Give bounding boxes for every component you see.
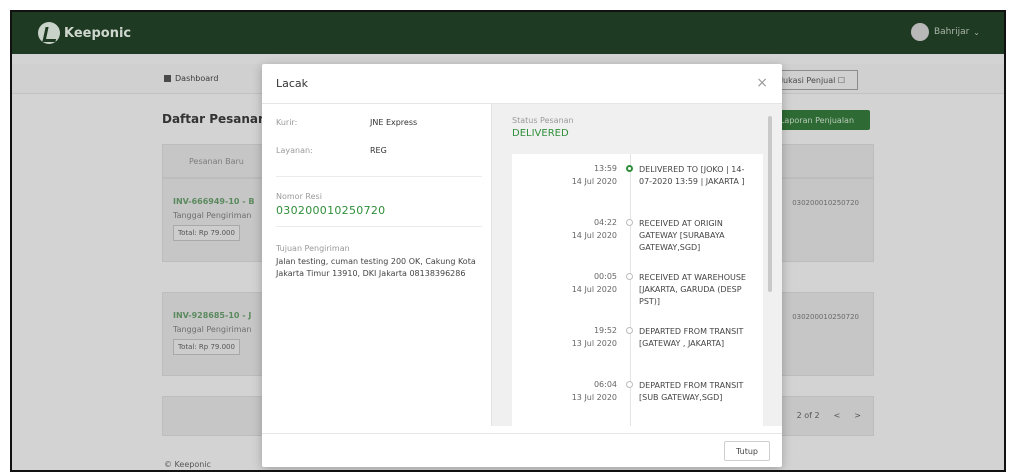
chevron-down-icon: ⌄: [973, 27, 980, 37]
timeline-dot-icon: [626, 273, 633, 280]
service-label: Layanan:: [276, 146, 313, 155]
timeline-description: DELIVERED TO [JOKO | 14-07-2020 13:59 | …: [639, 165, 745, 186]
next-page-button[interactable]: >: [854, 411, 861, 420]
timeline-date: 14 Jul 2020: [571, 285, 617, 294]
timeline-item: 04:22 14 Jul 2020 RECEIVED AT ORIGIN GAT…: [512, 218, 763, 272]
timeline-dot-icon: [626, 381, 633, 388]
timeline-item: 19:52 13 Jul 2020 DEPARTED FROM TRANSIT …: [512, 326, 763, 380]
user-name: Bahrijar: [933, 27, 970, 37]
modal-footer: Tutup: [262, 433, 782, 467]
user-menu[interactable]: Bahrijar ⌄: [910, 23, 980, 41]
avatar: [910, 23, 929, 41]
nav-dashboard[interactable]: Dashboard: [164, 74, 218, 83]
order-resi: 030200010250720: [792, 199, 859, 207]
nav-dashboard-label: Dashboard: [175, 74, 219, 83]
timeline-description: RECEIVED AT ORIGIN GATEWAY [SURABAYA GAT…: [639, 219, 725, 252]
timeline-item: 00:05 14 Jul 2020 RECEIVED AT WAREHOUSE …: [512, 272, 763, 326]
tutup-button[interactable]: Tutup: [724, 441, 770, 461]
timeline-date: 13 Jul 2020: [571, 339, 617, 348]
shipment-details: Kurir: JNE Express Layanan: REG Nomor Re…: [276, 104, 490, 426]
destination-address: Jalan testing, cuman testing 200 OK, Cak…: [276, 257, 476, 278]
destination-label: Tujuan Pengiriman: [276, 244, 350, 253]
top-navbar: Keeponic Bahrijar ⌄: [12, 12, 1004, 54]
timeline-description: RECEIVED AT WAREHOUSE [JAKARTA, GARUDA (…: [639, 273, 746, 306]
timeline-date: 14 Jul 2020: [571, 177, 617, 186]
brand-logo[interactable]: Keeponic: [38, 22, 131, 44]
timeline-item: 13:59 14 Jul 2020 DELIVERED TO [JOKO | 1…: [512, 164, 763, 218]
divider: [276, 176, 482, 177]
order-id[interactable]: INV-928685-10 - J: [173, 311, 251, 320]
timeline-time: 13:59: [593, 164, 617, 173]
status-label: Status Pesanan: [512, 116, 574, 125]
resi-number: 030200010250720: [276, 204, 386, 217]
tab-pesanan-baru[interactable]: Pesanan Baru: [189, 157, 244, 166]
timeline-dot-icon: [626, 165, 633, 172]
resi-label: Nomor Resi: [276, 192, 322, 201]
scrollbar[interactable]: [768, 116, 772, 292]
timeline-time: 06:04: [593, 380, 617, 389]
dashboard-icon: [164, 75, 171, 82]
tracking-status-panel: Status Pesanan DELIVERED 13:59 14 Jul 20…: [491, 104, 782, 426]
courier-value: JNE Express: [370, 118, 418, 127]
app-window: Keeponic Bahrijar ⌄ Dashboard Edukasi Pe…: [10, 10, 1006, 472]
divider: [276, 226, 482, 227]
timeline-time: 04:22: [593, 218, 617, 227]
tracking-modal: Lacak × Kurir: JNE Express Layanan: REG …: [262, 64, 782, 467]
order-date-label: Tanggal Pengiriman: [173, 211, 252, 220]
tracking-timeline[interactable]: 13:59 14 Jul 2020 DELIVERED TO [JOKO | 1…: [512, 154, 763, 426]
courier-label: Kurir:: [276, 118, 298, 127]
timeline-time: 00:05: [593, 272, 617, 281]
brand-name: Keeponic: [64, 25, 132, 41]
modal-title: Lacak: [276, 77, 309, 90]
status-value: DELIVERED: [512, 128, 569, 139]
footer-copyright: © Keeponic: [164, 460, 211, 469]
order-date-label: Tanggal Pengiriman: [173, 325, 252, 334]
timeline-description: DEPARTED FROM TRANSIT [GATEWAY , JAKARTA…: [639, 327, 744, 348]
order-id[interactable]: INV-666949-10 - B: [173, 197, 254, 206]
keeponic-logo-icon: [38, 22, 60, 44]
service-value: REG: [370, 146, 387, 155]
order-resi: 030200010250720: [792, 313, 859, 321]
timeline-item: 06:04 13 Jul 2020 DEPARTED FROM TRANSIT …: [512, 380, 763, 426]
timeline-time: 19:52: [593, 326, 617, 335]
pagination: 2 of 2 < >: [797, 411, 861, 420]
order-total: Total: Rp 79.000: [173, 225, 240, 241]
prev-page-button[interactable]: <: [834, 411, 841, 420]
timeline-dot-icon: [626, 219, 633, 226]
timeline-dot-icon: [626, 327, 633, 334]
timeline-date: 13 Jul 2020: [571, 393, 617, 402]
order-total: Total: Rp 79.000: [173, 339, 240, 355]
page-info: 2 of 2: [796, 411, 820, 420]
timeline-date: 14 Jul 2020: [571, 231, 617, 240]
timeline-description: DEPARTED FROM TRANSIT [SUB GATEWAY,SGD]: [639, 381, 744, 402]
page-title: Daftar Pesanan: [162, 112, 267, 126]
modal-header: Lacak ×: [262, 64, 782, 104]
close-icon[interactable]: ×: [756, 75, 768, 91]
